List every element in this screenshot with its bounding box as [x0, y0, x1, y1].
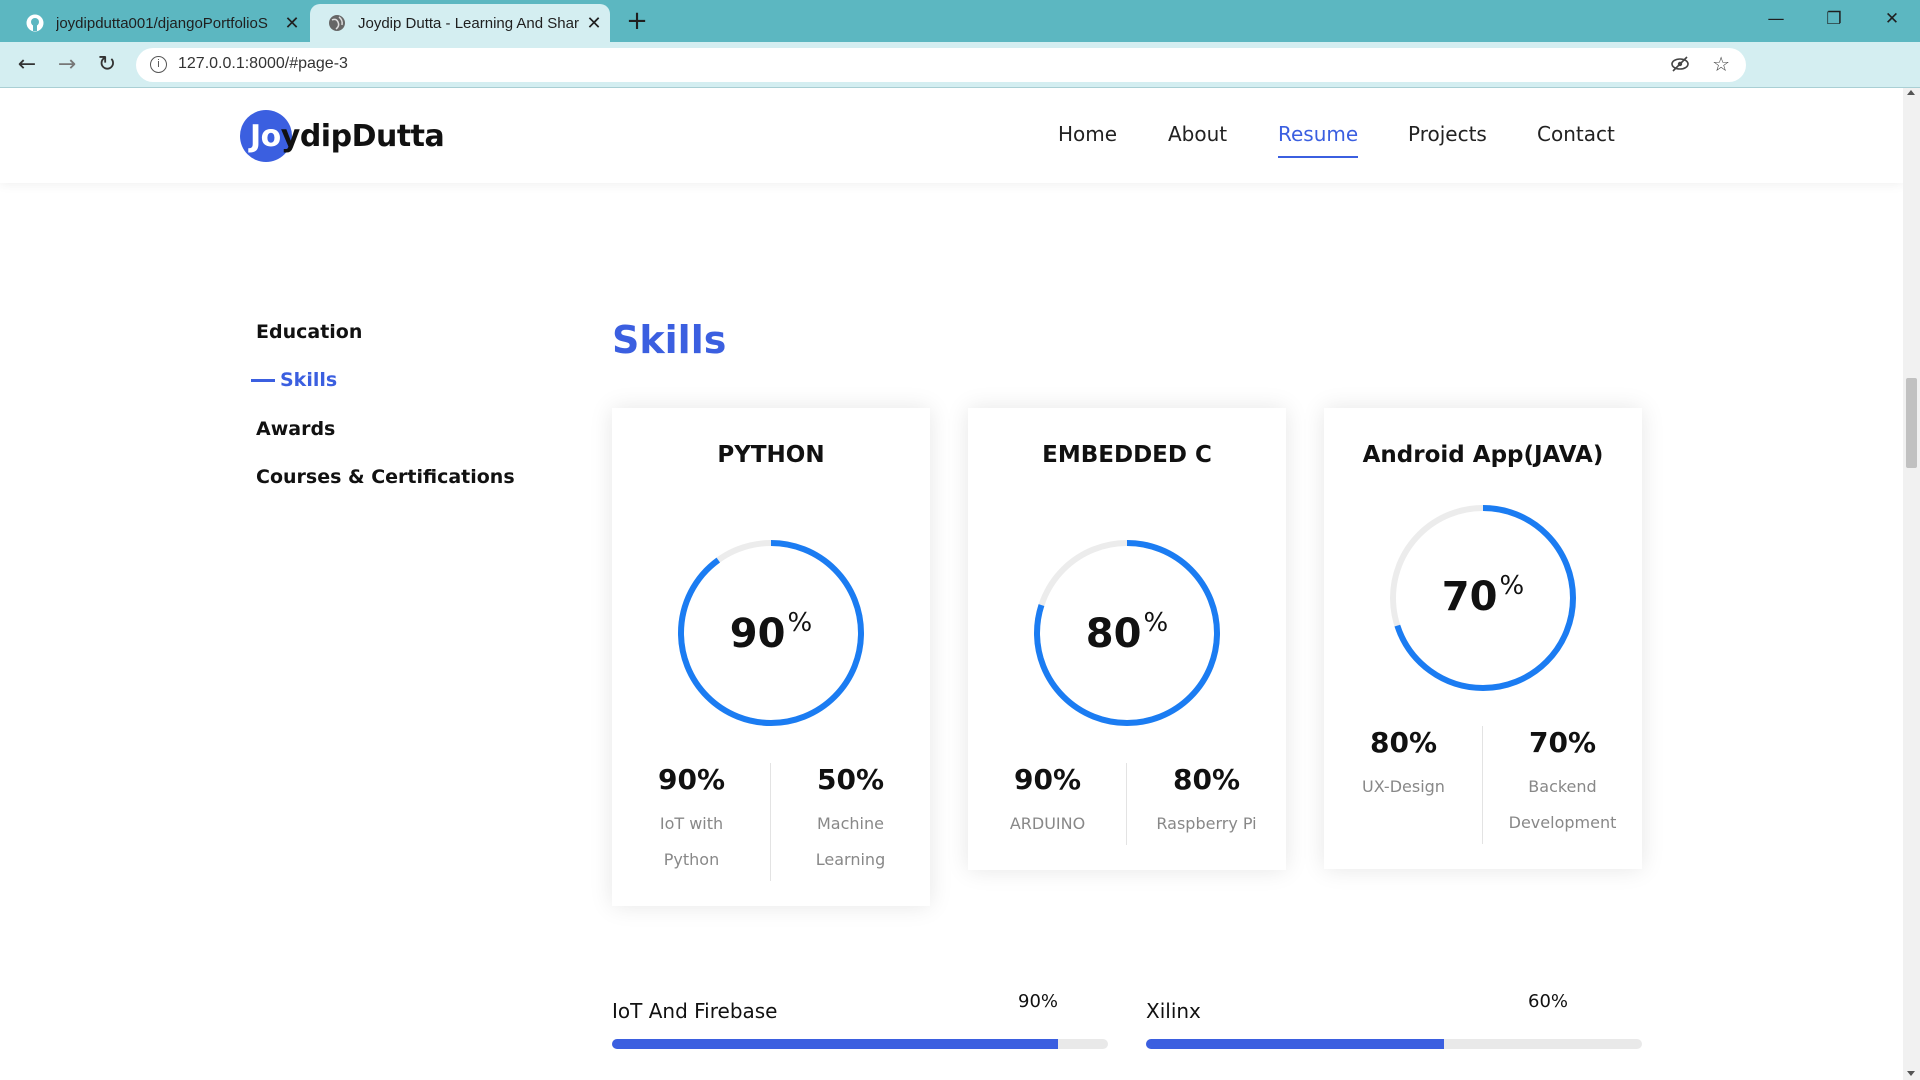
skill-bar-fill [612, 1039, 1059, 1049]
stat-label: UX-Design [1362, 777, 1445, 796]
github-icon [26, 14, 44, 32]
browser-tab-github[interactable]: joydipdutta001/djangoPortfolioS ✕ [8, 4, 308, 42]
skill-stat: 70% Backend Development [1483, 726, 1642, 841]
skill-card-title: PYTHON [717, 442, 825, 468]
skill-bar-track [1146, 1039, 1642, 1049]
skill-bar-percent: 60% [1528, 991, 1569, 1012]
percent-sign: % [1143, 608, 1169, 638]
logo-text: JoydipDutta [250, 118, 445, 154]
scrollbar-thumb[interactable] [1906, 378, 1917, 468]
side-menu-skills[interactable]: Skills [280, 369, 337, 391]
skill-bar-percent: 90% [1018, 991, 1059, 1012]
nav-home[interactable]: Home [1058, 122, 1117, 146]
globe-icon [328, 14, 346, 32]
window-close-icon[interactable]: ✕ [1864, 0, 1920, 38]
site-header: JoydipDutta Home About Resume Projects C… [0, 88, 1903, 183]
active-indicator [251, 379, 275, 382]
stat-label: Backend Development [1508, 777, 1617, 832]
stat-value: 90% [1013, 763, 1082, 796]
site-logo[interactable]: JoydipDutta [240, 110, 445, 162]
forward-arrow-icon[interactable]: → [52, 50, 82, 80]
skill-card-python: PYTHON 90% 90% IoT with Python 50% Machi… [612, 408, 930, 906]
nav-about[interactable]: About [1168, 122, 1227, 146]
logo-text-highlight: Jo [250, 118, 281, 154]
stat-value: 80% [1369, 726, 1438, 759]
skill-bar-fill [1146, 1039, 1444, 1049]
stat-value: 80% [1172, 763, 1241, 796]
side-menu-awards[interactable]: Awards [256, 418, 335, 440]
ring-percent: 90% [612, 608, 930, 657]
stat-label: ARDUINO [1009, 814, 1086, 833]
nav-resume[interactable]: Resume [1278, 122, 1359, 158]
ring-percent-value: 80 [1085, 611, 1142, 657]
skill-card-android: Android App(JAVA) 70% 80% UX-Design 70% … [1324, 408, 1642, 869]
logo-text-rest: ydipDutta [280, 118, 445, 154]
section-title: Skills [612, 318, 727, 362]
browser-tab-active[interactable]: Joydip Dutta - Learning And Shar ✕ [310, 4, 610, 42]
skill-stat: 80% UX-Design [1324, 726, 1483, 805]
new-tab-button[interactable]: + [622, 6, 652, 36]
skill-stat: 90% ARDUINO [968, 763, 1127, 842]
stat-label: Machine Learning [815, 814, 886, 869]
stat-value: 50% [816, 763, 885, 796]
scroll-down-arrow-icon[interactable] [1907, 1071, 1915, 1076]
page-scrollbar[interactable] [1903, 88, 1920, 1080]
minimize-icon[interactable]: — [1748, 0, 1804, 38]
eye-off-icon[interactable] [1670, 54, 1690, 79]
percent-sign: % [787, 608, 813, 638]
nav-contact[interactable]: Contact [1537, 122, 1615, 146]
stat-value: 70% [1528, 726, 1597, 759]
skill-bar-label: IoT And Firebase [612, 999, 778, 1023]
side-menu-courses[interactable]: Courses & Certifications [256, 466, 515, 488]
ring-percent: 80% [968, 608, 1286, 657]
page-viewport: JoydipDutta Home About Resume Projects C… [0, 88, 1920, 1080]
browser-titlebar: joydipdutta001/djangoPortfolioS ✕ Joydip… [0, 0, 1920, 42]
bookmark-star-icon[interactable]: ☆ [1712, 52, 1730, 76]
ring-percent: 70% [1324, 571, 1642, 620]
skill-stat: 50% Machine Learning [771, 763, 930, 878]
stat-label: Raspberry Pi [1156, 814, 1257, 833]
close-tab-icon[interactable]: ✕ [584, 13, 604, 34]
close-tab-icon[interactable]: ✕ [282, 13, 302, 34]
url-text[interactable]: 127.0.0.1:8000/#page-3 [178, 55, 348, 73]
skill-bar-label: Xilinx [1146, 999, 1201, 1023]
scroll-up-arrow-icon[interactable] [1907, 90, 1915, 95]
side-menu-education[interactable]: Education [256, 321, 362, 343]
skill-stat: 80% Raspberry Pi [1127, 763, 1286, 842]
stat-value: 90% [657, 763, 726, 796]
reload-icon[interactable]: ↻ [92, 50, 122, 80]
skill-card-title: Android App(JAVA) [1362, 442, 1604, 468]
back-arrow-icon[interactable]: ← [12, 50, 42, 80]
skill-card-title: EMBEDDED C [1042, 442, 1212, 468]
address-bar[interactable]: i 127.0.0.1:8000/#page-3 ☆ [136, 48, 1746, 82]
site-info-icon[interactable]: i [150, 56, 167, 73]
ring-percent-value: 90 [729, 611, 786, 657]
tab-title: joydipdutta001/djangoPortfolioS [56, 14, 268, 32]
browser-toolbar: ← → ↻ i 127.0.0.1:8000/#page-3 ☆ A ✚ ⋮ [0, 42, 1920, 120]
tab-title: Joydip Dutta - Learning And Shar [358, 14, 579, 32]
stat-label: IoT with Python [659, 814, 724, 869]
percent-sign: % [1499, 571, 1525, 601]
nav-projects[interactable]: Projects [1408, 122, 1487, 146]
ring-percent-value: 70 [1441, 574, 1498, 620]
skill-bar-track [612, 1039, 1108, 1049]
restore-icon[interactable]: ❐ [1806, 0, 1862, 38]
skill-card-embedded-c: EMBEDDED C 80% 90% ARDUINO 80% Raspberry… [968, 408, 1286, 870]
skill-stat: 90% IoT with Python [612, 763, 771, 878]
